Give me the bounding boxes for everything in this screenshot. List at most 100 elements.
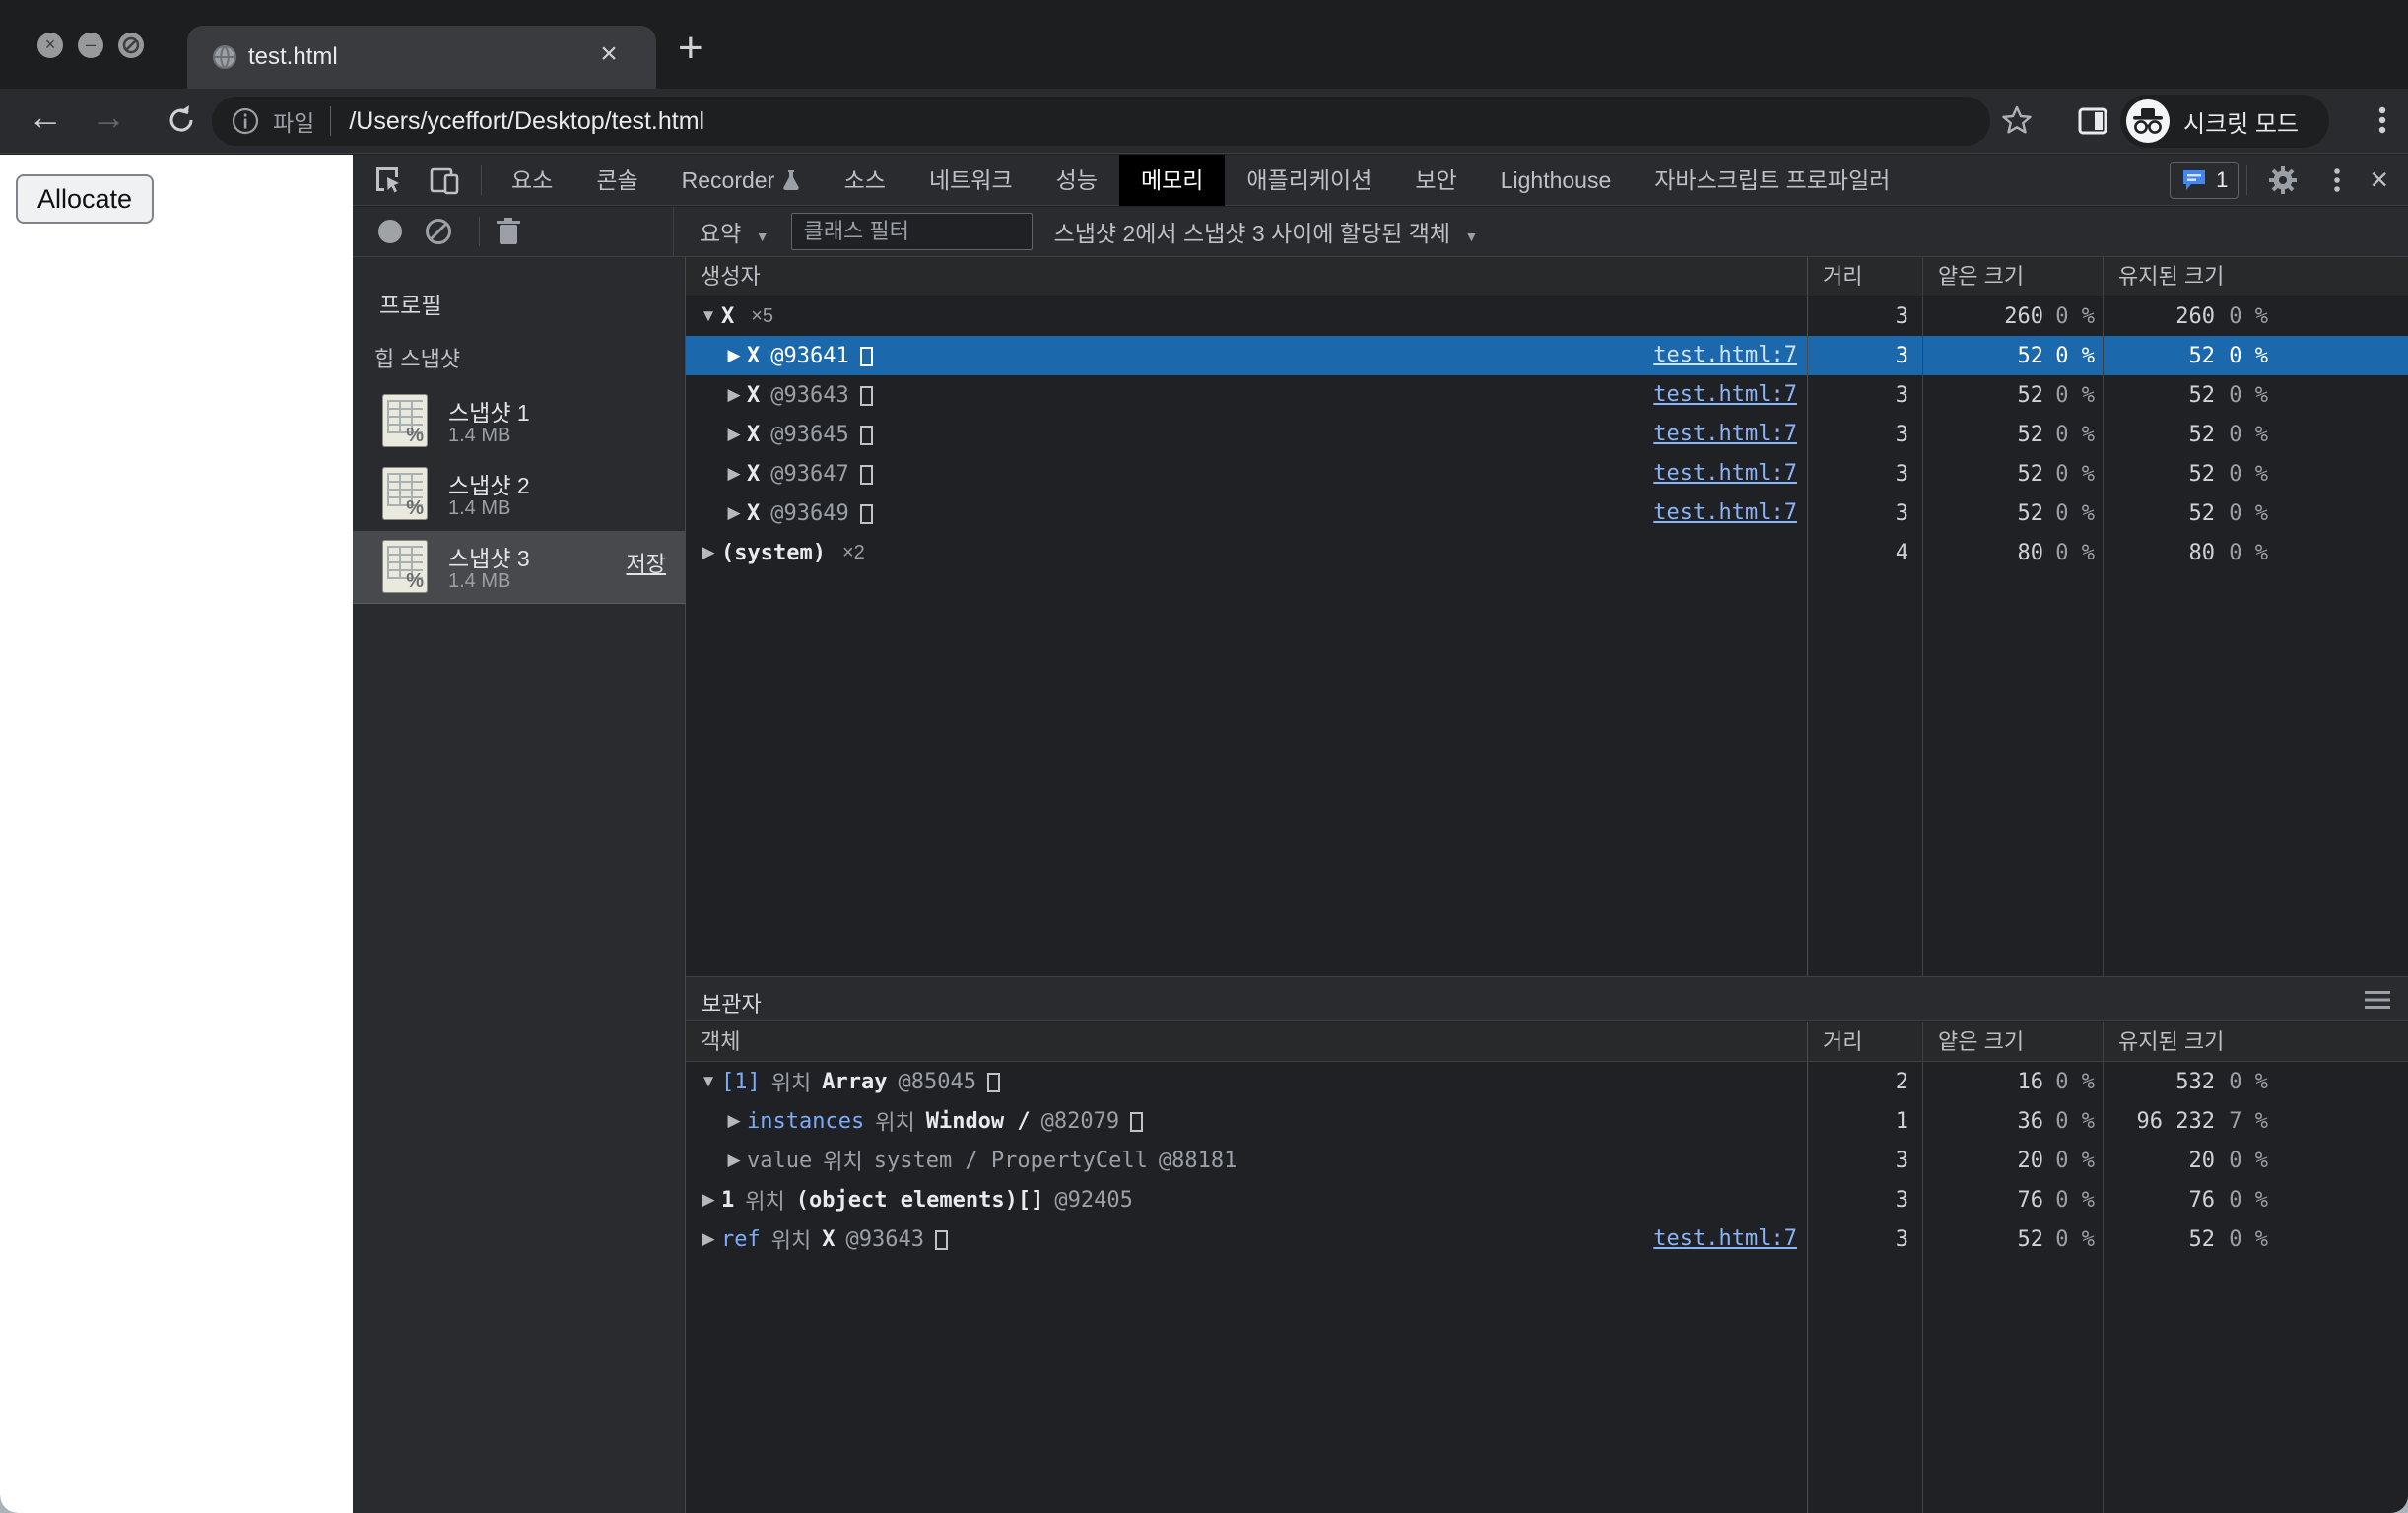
devtools-tab-네트워크[interactable]: 네트워크 [907, 155, 1035, 206]
browser-tab[interactable]: test.html × [187, 26, 656, 89]
expander-closed-icon[interactable]: ▶ [721, 464, 747, 484]
allocate-button[interactable]: Allocate [16, 174, 155, 224]
size-percent: 0 % [2055, 343, 2095, 368]
constructor-row[interactable]: ▶ X @93645 test.html:7 3 52 0 % 52 0 % [686, 415, 2408, 454]
devtools-settings-button[interactable] [2267, 164, 2299, 196]
column-header-shallow-size-2[interactable]: 얕은 크기 [1923, 1022, 2104, 1061]
expander-closed-icon[interactable]: ▶ [696, 1190, 721, 1210]
new-tab-button[interactable]: + [678, 24, 703, 73]
size-value: 80 [2188, 540, 2216, 565]
column-header-constructor[interactable]: 생성자 [686, 257, 1808, 296]
tab-close-icon[interactable]: × [591, 37, 627, 71]
expander-closed-icon[interactable]: ▶ [721, 1111, 747, 1131]
issues-button[interactable]: 1 [2170, 161, 2240, 199]
devtools-tab-소스[interactable]: 소스 [823, 155, 907, 206]
column-header-shallow-size[interactable]: 얕은 크기 [1923, 257, 2104, 296]
source-link[interactable]: test.html:7 [1653, 343, 1797, 367]
bookmark-star-button[interactable] [2000, 103, 2034, 137]
retainer-row[interactable]: ▼ [1] 위치 Array @85045 2 16 0 % 532 0 % [686, 1062, 2408, 1101]
window-close-button[interactable]: × [37, 33, 63, 58]
snapshot-range-select[interactable]: 스냅샷 2에서 스냅샷 3 사이에 할당된 객체 ▼ [1054, 215, 1479, 248]
reload-button[interactable] [165, 103, 198, 137]
column-header-distance[interactable]: 거리 [1808, 257, 1923, 296]
column-header-retained-size[interactable]: 유지된 크기 [2104, 257, 2408, 296]
object-text: X [747, 382, 761, 408]
record-heap-button[interactable] [378, 220, 402, 243]
issues-bubble-icon [2183, 169, 2206, 190]
devtools-tab-Lighthouse[interactable]: Lighthouse [1479, 155, 1634, 206]
object-text: [1] [721, 1069, 761, 1094]
info-icon[interactable] [232, 107, 259, 135]
retained-size-cell: 532 0 % [2104, 1062, 2408, 1101]
expander-open-icon[interactable]: ▼ [696, 1072, 721, 1091]
expander-closed-icon[interactable]: ▶ [721, 425, 747, 444]
constructor-row[interactable]: ▶ X @93643 test.html:7 3 52 0 % 52 0 % [686, 375, 2408, 415]
distance-cell: 3 [1808, 1180, 1923, 1219]
devtools-tab-애플리케이션[interactable]: 애플리케이션 [1225, 155, 1393, 206]
expander-open-icon[interactable]: ▼ [696, 306, 721, 326]
devtools-tab-Recorder[interactable]: Recorder [660, 155, 823, 206]
size-percent: 0 % [2229, 343, 2268, 368]
column-header-retained-size-2[interactable]: 유지된 크기 [2104, 1022, 2408, 1061]
expander-closed-icon[interactable]: ▶ [721, 503, 747, 523]
devtools-menu-button[interactable] [2322, 165, 2352, 195]
browser-menu-button[interactable] [2365, 102, 2400, 138]
devtools-tab-메모리[interactable]: 메모리 [1118, 154, 1226, 206]
object-text: 1 [721, 1187, 735, 1213]
constructor-row[interactable]: ▶ X @93641 test.html:7 3 52 0 % 52 0 % [686, 336, 2408, 375]
perspective-select[interactable]: 요약 ▼ [700, 215, 769, 248]
column-header-object[interactable]: 객체 [686, 1022, 1808, 1061]
devtools-tab-콘솔[interactable]: 콘솔 [574, 155, 659, 206]
forward-button[interactable]: → [91, 97, 126, 138]
snapshot-item-1[interactable]: 스냅샷 11.4 MB [353, 385, 686, 458]
address-bar[interactable]: 파일 /Users/yceffort/Desktop/test.html [212, 97, 1990, 146]
object-cell: ▶ X @93643 test.html:7 [686, 375, 1808, 415]
constructor-row[interactable]: ▶ (system) ×2 4 80 0 % 80 0 % [686, 533, 2408, 572]
source-link[interactable]: test.html:7 [1653, 382, 1797, 407]
snapshot-item-3[interactable]: 스냅샷 31.4 MB 저장 [353, 531, 686, 604]
retained-size-cell: 52 0 % [2104, 415, 2408, 454]
incognito-badge: 시크릿 모드 [2120, 95, 2329, 148]
side-panel-icon [2078, 107, 2107, 135]
expander-closed-icon[interactable]: ▶ [721, 346, 747, 365]
source-link[interactable]: test.html:7 [1653, 422, 1797, 446]
snapshot-save-link[interactable]: 저장 [627, 547, 666, 578]
source-link[interactable]: test.html:7 [1653, 500, 1797, 525]
size-percent: 0 % [2055, 1069, 2095, 1094]
window-minimize-button[interactable]: – [78, 33, 103, 58]
delete-profile-button[interactable] [494, 216, 523, 247]
source-link[interactable]: test.html:7 [1653, 1226, 1797, 1251]
devtools-close-button[interactable]: × [2370, 162, 2388, 198]
object-cell: ▶ value 위치 system / PropertyCell @88181 [686, 1141, 1808, 1180]
constructor-row[interactable]: ▼ X ×5 3 260 0 % 260 0 % [686, 296, 2408, 336]
retainer-row[interactable]: ▶ ref 위치 X @93643 test.html:7 3 52 0 % 52 0 % [686, 1219, 2408, 1259]
column-header-distance-2[interactable]: 거리 [1808, 1022, 1923, 1061]
expander-closed-icon[interactable]: ▶ [721, 385, 747, 405]
expander-closed-icon[interactable]: ▶ [721, 1151, 747, 1170]
side-panel-button[interactable] [2076, 104, 2109, 138]
retainer-row[interactable]: ▶ 1 위치 (object elements)[] @92405 3 76 0 % 76 0 % [686, 1180, 2408, 1219]
expander-closed-icon[interactable]: ▶ [696, 543, 721, 562]
devtools-tab-보안[interactable]: 보안 [1393, 155, 1478, 206]
retainers-menu-button[interactable] [2365, 990, 2390, 1010]
back-button[interactable]: ← [28, 97, 63, 138]
constructor-row[interactable]: ▶ X @93647 test.html:7 3 52 0 % 52 0 % [686, 454, 2408, 493]
class-filter-input[interactable] [790, 213, 1033, 250]
snapshot-item-2[interactable]: 스냅샷 21.4 MB [353, 458, 686, 531]
expander-closed-icon[interactable]: ▶ [696, 1229, 721, 1249]
url-text[interactable]: /Users/yceffort/Desktop/test.html [349, 107, 704, 136]
source-link[interactable]: test.html:7 [1653, 461, 1797, 486]
devtools-tab-요소[interactable]: 요소 [490, 155, 574, 206]
devtools-tab-성능[interactable]: 성능 [1035, 155, 1119, 206]
window-zoom-button[interactable] [118, 33, 144, 58]
devtools-tab-자바스크립트 프로파일러[interactable]: 자바스크립트 프로파일러 [1633, 155, 1911, 206]
retainer-row[interactable]: ▶ instances 위치 Window / @82079 1 36 0 % 96 232 7 … [686, 1101, 2408, 1141]
heap-snapshot-icon [382, 540, 428, 593]
device-toolbar-button[interactable] [428, 164, 461, 197]
object-text: value [747, 1148, 813, 1173]
retainer-row[interactable]: ▶ value 위치 system / PropertyCell @88181 3 20 0 … [686, 1141, 2408, 1180]
constructor-row[interactable]: ▶ X @93649 test.html:7 3 52 0 % 52 0 % [686, 493, 2408, 533]
inspect-element-button[interactable] [370, 164, 404, 197]
clear-button[interactable] [424, 217, 453, 246]
size-value: 52 [2017, 382, 2044, 408]
